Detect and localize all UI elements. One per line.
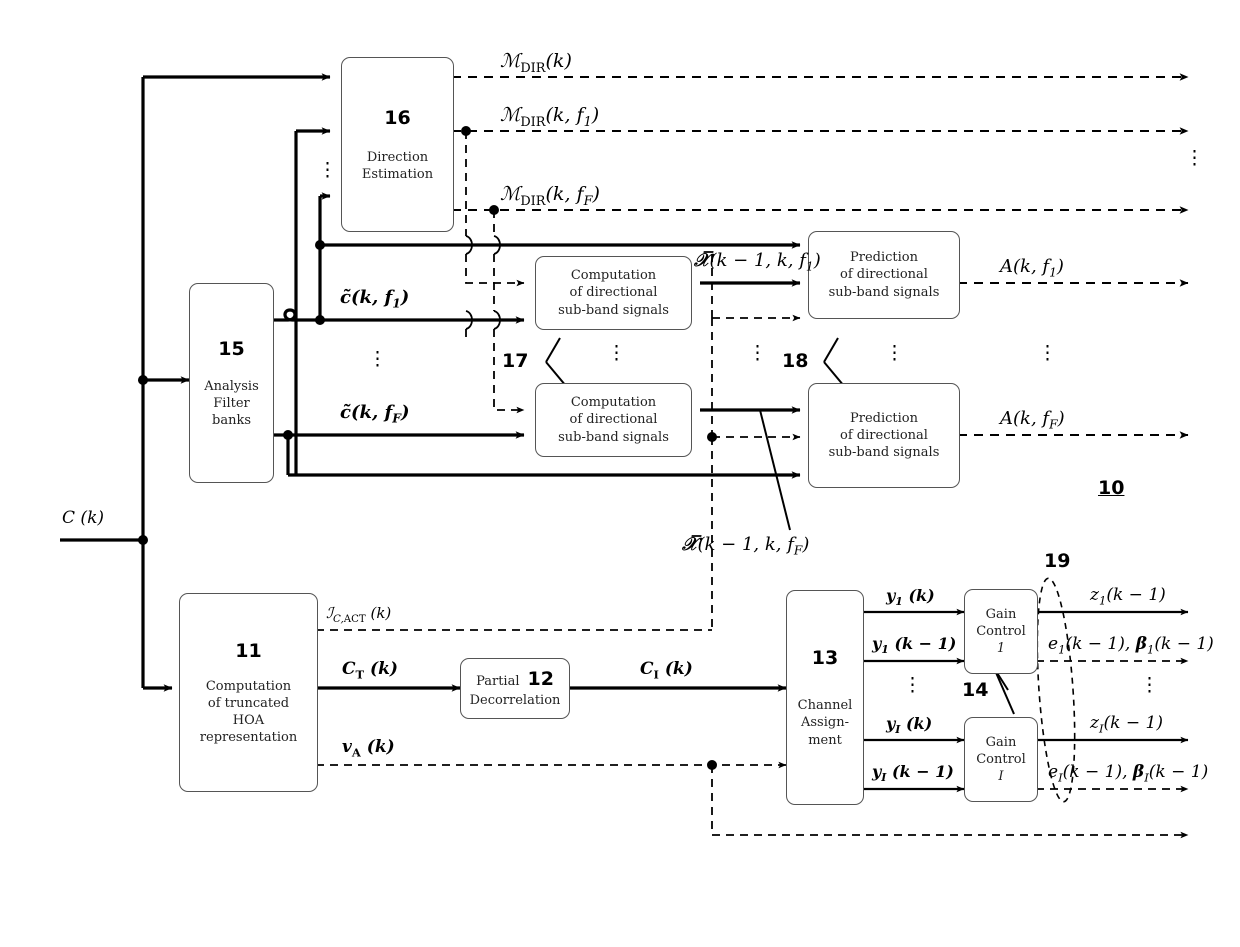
block-18-prediction-directional-subband-f1[interactable]: Prediction of directional sub-band signa… [808,231,960,319]
block-12-number: 12 [527,668,554,691]
block-13-line2: Assign- [801,715,849,731]
junction-dot [707,432,717,442]
ellipsis-A-outputs: ⋮ [1038,342,1057,364]
ellipsis-c-tilde: ⋮ [368,348,387,370]
block-18a-line1: Prediction [850,250,918,266]
signal-label-c-tilde-fF: c̃(k, fF) [340,402,410,426]
junction-dot [138,535,148,545]
block-18a-line3: sub-band signals [828,284,940,300]
signal-label-A-k-fF: A(k, fF) [1000,408,1065,432]
leader-xbar-ff [759,409,791,531]
block-13-line1: Channel [797,698,853,714]
block-17a-line1: Computation [570,268,657,284]
block-18-prediction-directional-subband-fF[interactable]: Prediction of directional sub-band signa… [808,383,960,488]
signal-label-mdir-k: ℳDIR(k) [500,50,572,76]
block-12-line2: Decorrelation [469,693,561,709]
ellipsis-gain-outputs: ⋮ [1140,674,1159,696]
wiring-layer [60,73,1189,839]
ref-leader-14 [993,667,1015,715]
block-11-line4: representation [199,730,298,746]
block-12-line1: Partial [476,674,520,690]
signal-label-mdir-k-fF: ℳDIR(k, fF) [500,183,600,209]
block-11-line3: HOA [232,713,265,729]
signal-label-y1-k: y1 (k) [886,586,935,609]
block-11-computation-truncated-hoa[interactable]: 11 Computation of truncated HOA represen… [179,593,318,792]
block-12-partial-decorrelation[interactable]: Partial 12 Decorrelation [460,658,570,719]
block-13-channel-assignment[interactable]: 13 Channel Assign- ment [786,590,864,805]
ellipsis-mdir-outputs: ⋮ [1185,147,1204,169]
block-14b-line2: Control [976,751,1026,767]
block-18b-line3: sub-band signals [828,445,940,461]
ref-number-17: 17 [502,350,529,372]
block-15-line1: Analysis [204,378,259,394]
block-16-line1: Direction [366,149,429,165]
block-15-analysis-filter-banks[interactable]: 15 Analysis Filter banks [189,283,274,483]
ref-leader-17 [545,337,567,387]
block-14-gain-control-1[interactable]: Gain Control 1 [964,589,1038,674]
block-18b-line2: of directional [840,427,928,443]
ref-leader-18 [823,337,845,387]
ellipsis-block16-inputs: ⋮ [318,159,337,181]
block-17a-line2: of directional [569,285,658,301]
afb-out-f1 [272,308,525,324]
signal-label-z1: z1(k − 1) [1090,585,1166,608]
signal-label-C-T: CT (k) [342,659,398,682]
ellipsis-block18: ⋮ [885,342,904,364]
block-14a-line1: Gain [985,606,1017,622]
signal-label-xbar-f1: 𝒳̅̅(k − 1, k, f1) [694,250,821,274]
signal-label-e1-beta1: e1(k − 1), β1(k − 1) [1048,634,1214,657]
ellipsis-block13-outputs: ⋮ [903,674,922,696]
block-14a-line3: 1 [996,641,1006,657]
block-14b-line3: I [998,769,1004,785]
block-11-line1: Computation [205,678,292,694]
block-17b-line2: of directional [569,412,658,428]
block-11-number: 11 [235,639,262,662]
ref-number-19: 19 [1044,550,1071,572]
signal-label-eI-betaI: eI(k − 1), βI(k − 1) [1048,762,1209,785]
block-18b-line1: Prediction [850,410,918,426]
block-16-number: 16 [384,106,411,129]
junction-dot [138,375,148,385]
signal-label-yI-k: yI (k) [886,714,933,737]
block-17a-line3: sub-band signals [558,302,669,318]
block-16-line2: Estimation [361,167,434,183]
signal-label-y1-km1: y1 (k − 1) [872,634,957,657]
block-16-direction-estimation[interactable]: 16 Direction Estimation [341,57,454,232]
signal-label-zI: zI(k − 1) [1090,713,1163,736]
signal-label-xbar-fF: 𝒳̅̅(k − 1, k, fF) [682,534,810,558]
block-14-gain-control-I[interactable]: Gain Control I [964,717,1038,802]
block-13-number: 13 [811,647,839,670]
ellipsis-between-17-18: ⋮ [748,342,767,364]
signal-label-v-A: vA (k) [342,737,395,760]
block-15-line3: banks [212,413,251,429]
block-17b-line3: sub-band signals [558,429,669,445]
block-13-line3: ment [808,732,842,748]
block-14a-line2: Control [976,623,1026,639]
ellipsis-block17: ⋮ [607,342,626,364]
signal-label-c-tilde-f1: c̃(k, f1) [340,287,410,311]
block-18a-line2: of directional [840,267,928,283]
signal-label-C-I: CI (k) [640,659,693,682]
signal-label-input-C: C (k) [62,508,105,528]
junction-dot [315,240,325,250]
block-17-computation-directional-subband-f1[interactable]: Computation of directional sub-band sign… [535,256,692,330]
signal-label-yI-km1: yI (k − 1) [872,762,954,785]
signal-label-I-C-ACT: ℐC,ACT (k) [326,604,392,625]
block-15-line2: Filter [213,395,250,411]
block-17-computation-directional-subband-fF[interactable]: Computation of directional sub-band sign… [535,383,692,457]
block-11-line2: of truncated [207,695,290,711]
figure-canvas: 15 Analysis Filter banks 16 Direction Es… [0,0,1240,947]
block-14b-line1: Gain [985,734,1017,750]
signal-label-A-k-f1: A(k, f1) [1000,256,1064,280]
ref-number-10: 10 [1098,477,1125,499]
block-15-number: 15 [218,337,245,360]
signal-label-mdir-k-f1: ℳDIR(k, f1) [500,104,600,130]
ref-number-14: 14 [962,679,989,701]
block-17b-line1: Computation [570,395,657,411]
ref-number-18: 18 [782,350,809,372]
